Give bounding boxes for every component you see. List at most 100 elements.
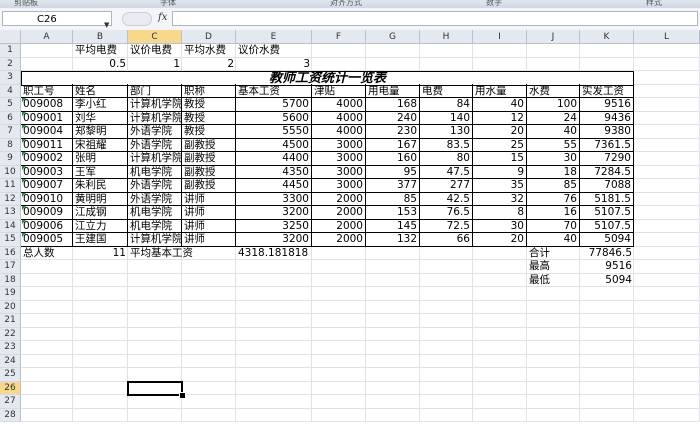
grid-cell[interactable]: [420, 273, 473, 287]
table-cell[interactable]: 教授: [182, 124, 236, 139]
grid-cell[interactable]: [312, 327, 366, 341]
table-cell[interactable]: 4000: [312, 124, 366, 139]
grid-cell[interactable]: [366, 381, 420, 395]
ribbon-group-number[interactable]: 数字: [486, 0, 502, 8]
row-header-20[interactable]: 20: [0, 300, 21, 314]
table-cell[interactable]: 40: [527, 124, 580, 139]
grid-cell[interactable]: [634, 287, 700, 301]
grid-cell[interactable]: [473, 57, 527, 71]
grid-cell[interactable]: [420, 381, 473, 395]
column-header-c[interactable]: C: [128, 30, 182, 44]
param-label[interactable]: 平均水费: [182, 43, 236, 58]
table-cell[interactable]: 副教授: [182, 137, 236, 152]
table-cell[interactable]: 4500: [236, 137, 312, 152]
grid-cell[interactable]: [420, 314, 473, 328]
column-header-l[interactable]: L: [634, 30, 700, 44]
grid-cell[interactable]: [73, 381, 128, 395]
grid-cell[interactable]: [21, 260, 73, 274]
grid-cell[interactable]: [634, 233, 700, 247]
row-header-10[interactable]: 10: [0, 165, 21, 179]
row-header-5[interactable]: 5: [0, 98, 21, 112]
grid-cell[interactable]: [580, 314, 634, 328]
grid-cell[interactable]: [634, 246, 700, 260]
grid-cell[interactable]: [21, 381, 73, 395]
grid-cell[interactable]: [527, 395, 580, 409]
grid-cell[interactable]: [128, 354, 182, 368]
table-cell[interactable]: 009005: [21, 232, 73, 247]
row-header-24[interactable]: 24: [0, 354, 21, 368]
grid-cell[interactable]: [473, 368, 527, 382]
grid-cell[interactable]: [312, 260, 366, 274]
column-header-g[interactable]: G: [366, 30, 420, 44]
ribbon-group-styles[interactable]: 样式: [646, 0, 662, 8]
grid-cell[interactable]: [312, 273, 366, 287]
table-cell[interactable]: 王建国: [73, 232, 128, 247]
column-header-a[interactable]: A: [21, 30, 73, 44]
grid-cell[interactable]: [21, 44, 73, 58]
grid-cell[interactable]: [366, 327, 420, 341]
grid-cell[interactable]: [580, 300, 634, 314]
grid-cell[interactable]: [527, 57, 580, 71]
table-cell[interactable]: 85: [527, 178, 580, 193]
column-header-cell[interactable]: 职工号: [21, 83, 73, 98]
grid-cell[interactable]: [634, 98, 700, 112]
table-cell[interactable]: 83.5: [420, 137, 473, 152]
grid-cell[interactable]: [366, 44, 420, 58]
grid-cell[interactable]: [366, 273, 420, 287]
grid-cell[interactable]: [634, 408, 700, 422]
grid-cell[interactable]: [634, 395, 700, 409]
grid-cell[interactable]: [312, 246, 366, 260]
table-cell[interactable]: 机电学院: [128, 218, 182, 233]
grid-cell[interactable]: [634, 152, 700, 166]
grid-cell[interactable]: [634, 165, 700, 179]
table-cell[interactable]: 计算机学院: [128, 151, 182, 166]
table-cell[interactable]: 朱利民: [73, 178, 128, 193]
table-cell[interactable]: 277: [420, 178, 473, 193]
grid-cell[interactable]: [634, 125, 700, 139]
row-header-12[interactable]: 12: [0, 192, 21, 206]
table-cell[interactable]: 郑黎明: [73, 124, 128, 139]
table-cell[interactable]: 3200: [236, 232, 312, 247]
table-cell[interactable]: 130: [420, 124, 473, 139]
namebox-dropdown-icon[interactable]: ▼: [104, 21, 109, 29]
column-header-k[interactable]: K: [580, 30, 634, 44]
grid-cell[interactable]: [128, 287, 182, 301]
ribbon-group-clipboard[interactable]: 剪贴板: [14, 0, 38, 8]
grid-cell[interactable]: [312, 354, 366, 368]
grid-cell[interactable]: [473, 287, 527, 301]
table-cell[interactable]: 5550: [236, 124, 312, 139]
table-cell[interactable]: 3000: [312, 137, 366, 152]
grid-cell[interactable]: [182, 341, 236, 355]
grid-cell[interactable]: [236, 354, 312, 368]
grid-cell[interactable]: [527, 381, 580, 395]
grid-cell[interactable]: [527, 368, 580, 382]
table-cell[interactable]: 35: [473, 178, 527, 193]
grid-cell[interactable]: [366, 260, 420, 274]
grid-cell[interactable]: [473, 341, 527, 355]
table-cell[interactable]: 讲师: [182, 205, 236, 220]
summary-value[interactable]: 5094: [580, 273, 634, 288]
column-header-cell[interactable]: 电费: [420, 83, 473, 98]
grid-cell[interactable]: [634, 71, 700, 85]
summary-value[interactable]: 9516: [580, 259, 634, 274]
table-cell[interactable]: 85: [366, 191, 420, 206]
table-cell[interactable]: 讲师: [182, 191, 236, 206]
grid-cell[interactable]: [580, 57, 634, 71]
grid-cell[interactable]: [634, 341, 700, 355]
table-cell[interactable]: 外语学院: [128, 124, 182, 139]
table-cell[interactable]: 机电学院: [128, 205, 182, 220]
summary-value[interactable]: 4318.181818: [236, 246, 316, 261]
grid-cell[interactable]: [21, 341, 73, 355]
table-cell[interactable]: 5181.5: [580, 191, 634, 206]
grid-cell[interactable]: [236, 273, 312, 287]
table-cell[interactable]: 4450: [236, 178, 312, 193]
table-cell[interactable]: 70: [527, 218, 580, 233]
column-header-cell[interactable]: 姓名: [73, 83, 128, 98]
grid-cell[interactable]: [128, 408, 182, 422]
grid-cell[interactable]: [580, 395, 634, 409]
table-cell[interactable]: 009008: [21, 97, 73, 112]
table-cell[interactable]: 5107.5: [580, 218, 634, 233]
table-cell[interactable]: 3250: [236, 218, 312, 233]
grid-cell[interactable]: [527, 287, 580, 301]
grid-cell[interactable]: [182, 273, 236, 287]
